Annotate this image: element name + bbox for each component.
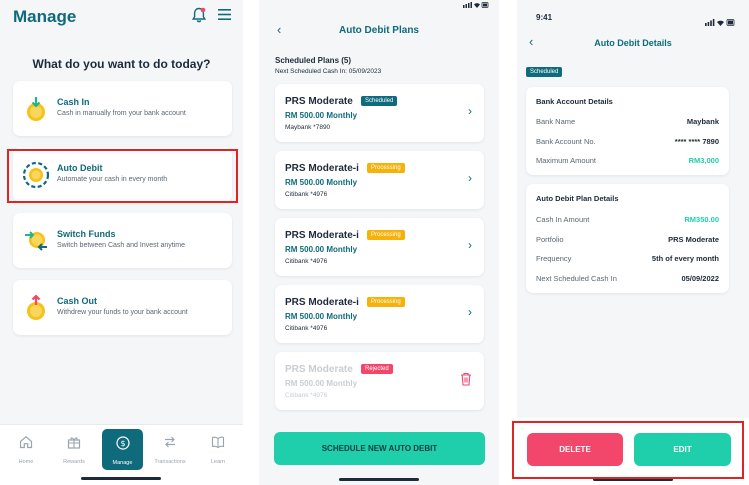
plan-bank: Maybank *7890 xyxy=(285,124,331,131)
detail-label: Frequency xyxy=(536,254,572,263)
plan-card-rejected[interactable]: PRS Moderate Rejected RM 500.00 Monthly … xyxy=(275,352,484,410)
bell-icon[interactable] xyxy=(192,7,206,23)
cash-out-icon xyxy=(27,294,45,320)
plan-card[interactable]: PRS Moderate-i Processing RM 500.00 Mont… xyxy=(275,151,484,209)
plan-bank: Citibank *4976 xyxy=(285,392,328,399)
home-indicator xyxy=(81,477,161,480)
detail-value: 5th of every month xyxy=(651,254,719,263)
section-title: Auto Debit Plan Details xyxy=(536,194,619,203)
detail-value: Maybank xyxy=(686,117,719,126)
auto-debit-details-screen: 9:41 ‹ Auto Debit Details Scheduled Bank… xyxy=(517,0,749,485)
svg-text:$: $ xyxy=(120,439,125,448)
trash-icon[interactable] xyxy=(460,372,472,386)
tab-manage-label: Manage xyxy=(112,460,133,466)
plan-amount: RM 500.00 Monthly xyxy=(285,178,358,187)
status-icons xyxy=(463,1,489,10)
detail-label: Cash In Amount xyxy=(536,215,590,224)
switch-funds-icon xyxy=(25,231,47,251)
plan-amount: RM 500.00 Monthly xyxy=(285,379,358,388)
hamburger-menu-icon[interactable] xyxy=(218,9,231,20)
detail-value: PRS Moderate xyxy=(668,235,719,244)
plan-bank: Citibank *4976 xyxy=(285,325,328,332)
scheduled-plans-count: Scheduled Plans (5) xyxy=(275,56,352,65)
tab-transactions[interactable]: Transactions xyxy=(150,435,190,465)
dollar-circle-icon: $ xyxy=(115,436,130,450)
detail-label: Bank Account No. xyxy=(536,137,596,146)
plan-card[interactable]: PRS Moderate-i Processing RM 500.00 Mont… xyxy=(275,285,484,343)
chevron-right-icon: › xyxy=(468,238,472,252)
cash-in-subtitle: Cash in manually from your bank account xyxy=(57,110,186,117)
swap-arrows-icon xyxy=(165,436,175,448)
tab-learn[interactable]: Learn xyxy=(198,435,238,465)
detail-value: RM3,000 xyxy=(688,156,719,165)
status-time: 9:41 xyxy=(536,13,553,22)
schedule-new-auto-debit-button[interactable]: SCHEDULE NEW AUTO DEBIT xyxy=(274,432,485,465)
highlight-box xyxy=(7,149,238,203)
cash-out-subtitle: Withdrew your funds to your bank account xyxy=(57,309,188,316)
tab-rewards[interactable]: Rewards xyxy=(54,435,94,465)
detail-value: RM350.00 xyxy=(684,215,719,224)
plan-amount: RM 500.00 Monthly xyxy=(285,111,358,120)
tab-home[interactable]: Home xyxy=(6,435,46,465)
plan-name: PRS Moderate-i xyxy=(285,163,359,174)
manage-screen: Manage What do you want to do today? Cas… xyxy=(0,0,243,485)
plan-amount: RM 500.00 Monthly xyxy=(285,245,358,254)
bottom-tab-bar: Home Rewards $ Manage Transactions Learn xyxy=(0,424,243,485)
section-title: Bank Account Details xyxy=(536,97,613,106)
plan-card[interactable]: PRS Moderate Scheduled RM 500.00 Monthly… xyxy=(275,84,484,142)
status-badge: Scheduled xyxy=(361,96,398,106)
plan-name: PRS Moderate xyxy=(285,96,353,107)
auto-debit-plans-screen: ‹ Auto Debit Plans Scheduled Plans (5) N… xyxy=(259,0,499,485)
status-icons xyxy=(705,13,735,31)
switch-funds-subtitle: Switch between Cash and Invest anytime xyxy=(57,242,186,249)
detail-label: Maximum Amount xyxy=(536,156,597,165)
question-heading: What do you want to do today? xyxy=(32,57,211,71)
home-indicator xyxy=(339,478,419,481)
detail-label: Bank Name xyxy=(536,117,576,126)
page-title: Manage xyxy=(13,7,77,26)
detail-value: **** **** 7890 xyxy=(674,137,719,146)
tab-manage[interactable]: $ Manage xyxy=(102,429,143,470)
switch-funds-title: Switch Funds xyxy=(57,229,116,239)
status-badge: Processing xyxy=(367,230,405,240)
detail-label: Next Scheduled Cash In xyxy=(536,274,617,283)
home-icon xyxy=(19,436,33,449)
chevron-right-icon: › xyxy=(468,104,472,118)
signal-wifi-battery-icon xyxy=(463,2,489,8)
highlight-box xyxy=(512,421,744,479)
status-badge: Scheduled xyxy=(526,67,563,77)
page-title: Auto Debit Details xyxy=(594,38,672,48)
cash-in-title: Cash In xyxy=(57,97,90,107)
tab-home-label: Home xyxy=(18,459,34,465)
page-title: Auto Debit Plans xyxy=(338,25,419,36)
plan-bank: Citibank *4976 xyxy=(285,191,328,198)
plan-name: PRS Moderate-i xyxy=(285,230,359,241)
status-badge: Rejected xyxy=(361,364,393,374)
plan-name: PRS Moderate-i xyxy=(285,297,359,308)
plan-name: PRS Moderate xyxy=(285,364,353,375)
bank-account-details-card: Bank Account Details Bank Name Maybank B… xyxy=(526,87,729,175)
auto-debit-plan-details-card: Auto Debit Plan Details Cash In Amount R… xyxy=(526,184,729,293)
detail-label: Portfolio xyxy=(536,235,564,244)
gift-icon xyxy=(67,437,81,449)
next-scheduled-cash-in: Next Scheduled Cash In: 05/09/2023 xyxy=(275,68,382,75)
detail-value: 05/09/2022 xyxy=(681,274,719,283)
status-badge: Processing xyxy=(367,163,405,173)
signal-wifi-battery-icon xyxy=(705,19,735,26)
status-badge: Processing xyxy=(367,297,405,307)
tab-rewards-label: Rewards xyxy=(63,459,85,465)
chevron-right-icon: › xyxy=(468,171,472,185)
cash-out-title: Cash Out xyxy=(57,296,98,306)
plan-card[interactable]: PRS Moderate-i Processing RM 500.00 Mont… xyxy=(275,218,484,276)
switch-funds-item[interactable]: Switch Funds Switch between Cash and Inv… xyxy=(13,213,232,268)
cash-out-item[interactable]: Cash Out Withdrew your funds to your ban… xyxy=(13,280,232,335)
tab-learn-label: Learn xyxy=(210,459,226,465)
tab-transactions-label: Transactions xyxy=(154,459,186,465)
book-icon xyxy=(211,436,225,449)
plan-bank: Citibank *4976 xyxy=(285,258,328,265)
plan-amount: RM 500.00 Monthly xyxy=(285,312,358,321)
cash-in-icon xyxy=(27,97,45,121)
chevron-right-icon: › xyxy=(468,305,472,319)
cash-in-item[interactable]: Cash In Cash in manually from your bank … xyxy=(13,81,232,136)
